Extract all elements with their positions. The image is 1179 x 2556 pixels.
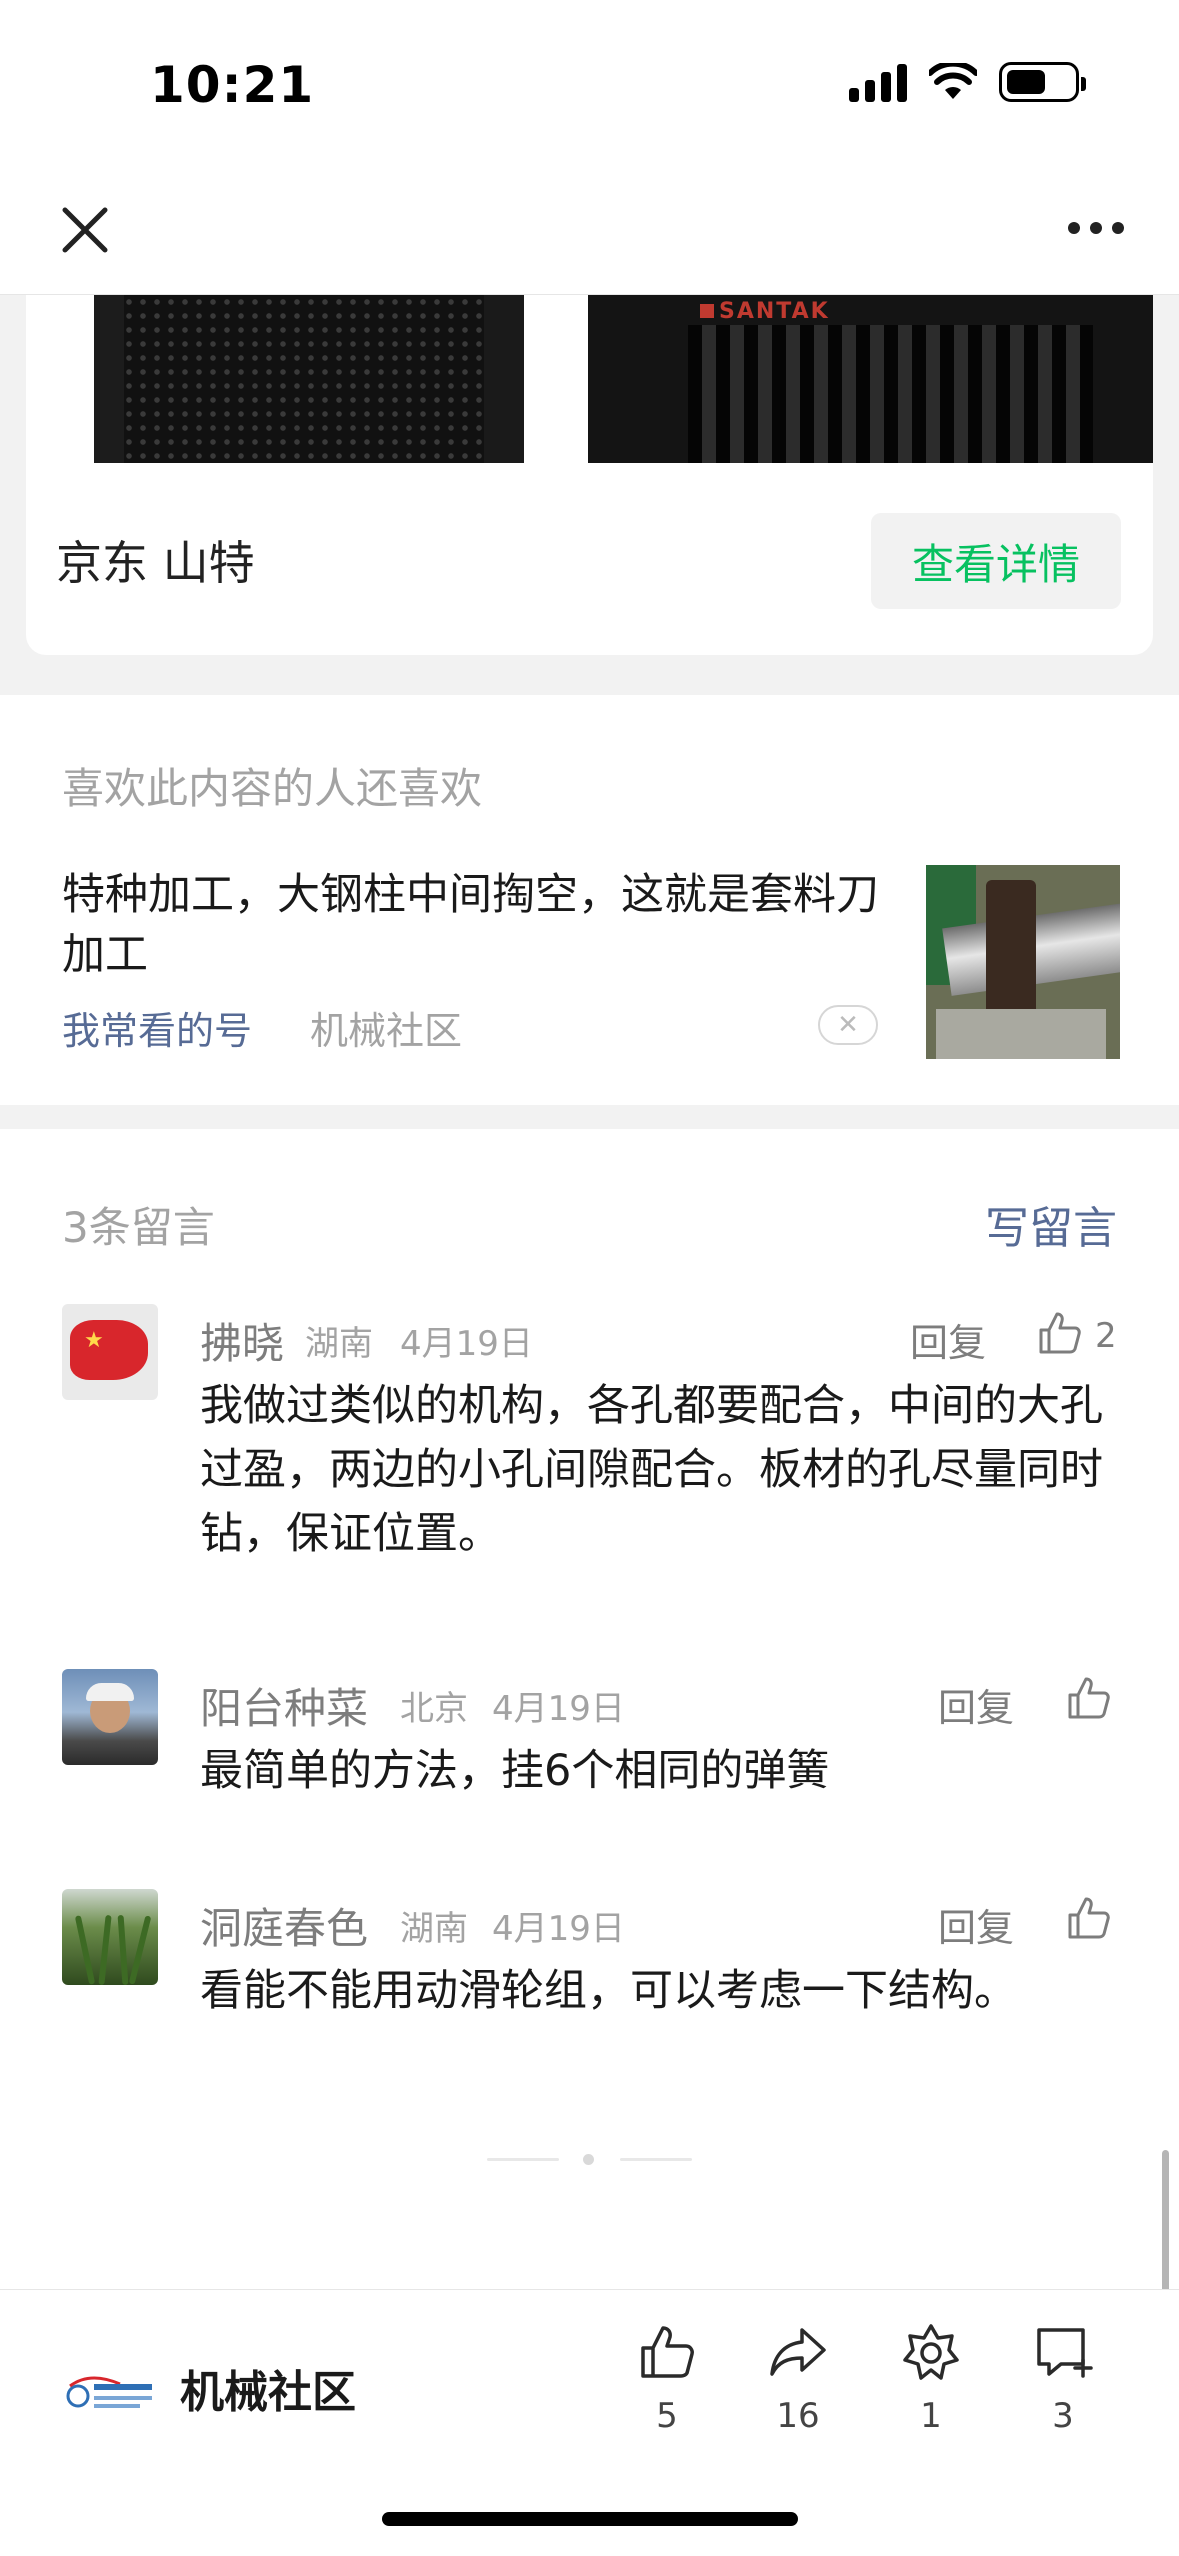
reply-button[interactable]: 回复 (938, 1677, 1014, 1732)
account-logo-icon[interactable] (60, 2366, 160, 2416)
comment-date: 4月19日 (492, 1909, 625, 1949)
related-article-title[interactable]: 特种加工，大钢柱中间掏空，这就是套料刀加工 (62, 865, 882, 985)
ad-brand: 京东 山特 (56, 536, 255, 590)
nav-bar (0, 170, 1179, 295)
account-name[interactable]: 机械社区 (180, 2356, 356, 2420)
dismiss-icon[interactable]: ✕ (818, 1005, 878, 1045)
ad-product-image-right: SANTAK (588, 295, 1153, 463)
battery-icon (999, 62, 1086, 102)
comment-author[interactable]: 阳台种菜 (200, 1675, 368, 1736)
ad-product-image-left (94, 295, 524, 463)
reply-button[interactable]: 回复 (938, 1897, 1014, 1952)
wow-icon (903, 2324, 959, 2380)
status-time: 10:21 (150, 56, 315, 114)
comment-button[interactable]: 3 (1008, 2320, 1118, 2450)
cellular-signal-icon (849, 62, 907, 102)
like-count: 5 (656, 2396, 678, 2436)
reply-button[interactable]: 回复 (910, 1312, 986, 1367)
comment-location: 湖南 (400, 1909, 468, 1949)
avatar[interactable] (62, 1889, 158, 1985)
related-heading: 喜欢此内容的人还喜欢 (62, 764, 483, 813)
like-button[interactable]: 5 (612, 2320, 722, 2450)
share-count: 16 (776, 2396, 820, 2436)
related-article-thumbnail[interactable] (926, 865, 1120, 1059)
wow-button[interactable]: 1 (876, 2320, 986, 2450)
end-divider (0, 2150, 1179, 2170)
comment-total: 3 (1052, 2396, 1074, 2436)
share-button[interactable]: 16 (743, 2320, 853, 2450)
status-bar: 10:21 (0, 0, 1179, 170)
comment-location: 北京 (400, 1689, 468, 1729)
thumbs-up-icon[interactable] (1064, 1673, 1114, 1723)
thumbs-up-icon[interactable] (1035, 1308, 1085, 1358)
related-source[interactable]: 机械社区 (310, 1000, 462, 1055)
comment-author[interactable]: 洞庭春色 (200, 1895, 368, 1956)
ups-vents (688, 325, 1093, 463)
ad-section: SANTAK 京东 山特 查看详情 (0, 295, 1179, 695)
wifi-icon (929, 63, 977, 99)
comment-location: 湖南 (305, 1324, 373, 1364)
comment-text: 最简单的方法，挂6个相同的弹簧 (200, 1746, 830, 1796)
like-count: 2 (1095, 1316, 1117, 1356)
avatar[interactable] (62, 1669, 158, 1765)
comments-section: 3条留言 写留言 ★ 拂晓 湖南 4月19日 回复 2 我做过类似的机构，各孔都… (0, 1129, 1179, 2289)
more-icon[interactable] (1068, 222, 1124, 234)
share-icon (770, 2328, 826, 2376)
section-divider (0, 1105, 1179, 1129)
comment-add-icon (1037, 2328, 1093, 2378)
related-tag: 我常看的号 (62, 1009, 253, 1053)
comment-text: 我做过类似的机构，各孔都要配合，中间的大孔过盈，两边的小孔间隙配合。板材的孔尽量… (200, 1381, 1103, 1559)
thumbs-up-icon (641, 2326, 694, 2378)
home-indicator (382, 2512, 798, 2526)
comment-text: 看能不能用动滑轮组，可以考虑一下结构。 (200, 1966, 1017, 2016)
comment-count: 3条留言 (62, 1203, 215, 1252)
wow-count: 1 (920, 2396, 942, 2436)
comment-author[interactable]: 拂晓 (200, 1310, 284, 1371)
view-details-button[interactable]: 查看详情 (871, 513, 1121, 609)
comment-date: 4月19日 (492, 1689, 625, 1729)
write-comment-button[interactable]: 写留言 (985, 1192, 1117, 1256)
santak-logo: SANTAK (700, 299, 830, 324)
related-section: 喜欢此内容的人还喜欢 特种加工，大钢柱中间掏空，这就是套料刀加工 我常看的号 机… (0, 695, 1179, 1105)
close-icon[interactable] (55, 200, 115, 260)
avatar[interactable]: ★ (62, 1304, 158, 1400)
comment-date: 4月19日 (400, 1324, 533, 1364)
status-icons (849, 62, 1086, 102)
ad-card[interactable]: SANTAK 京东 山特 查看详情 (26, 295, 1153, 655)
thumbs-up-icon[interactable] (1064, 1893, 1114, 1943)
